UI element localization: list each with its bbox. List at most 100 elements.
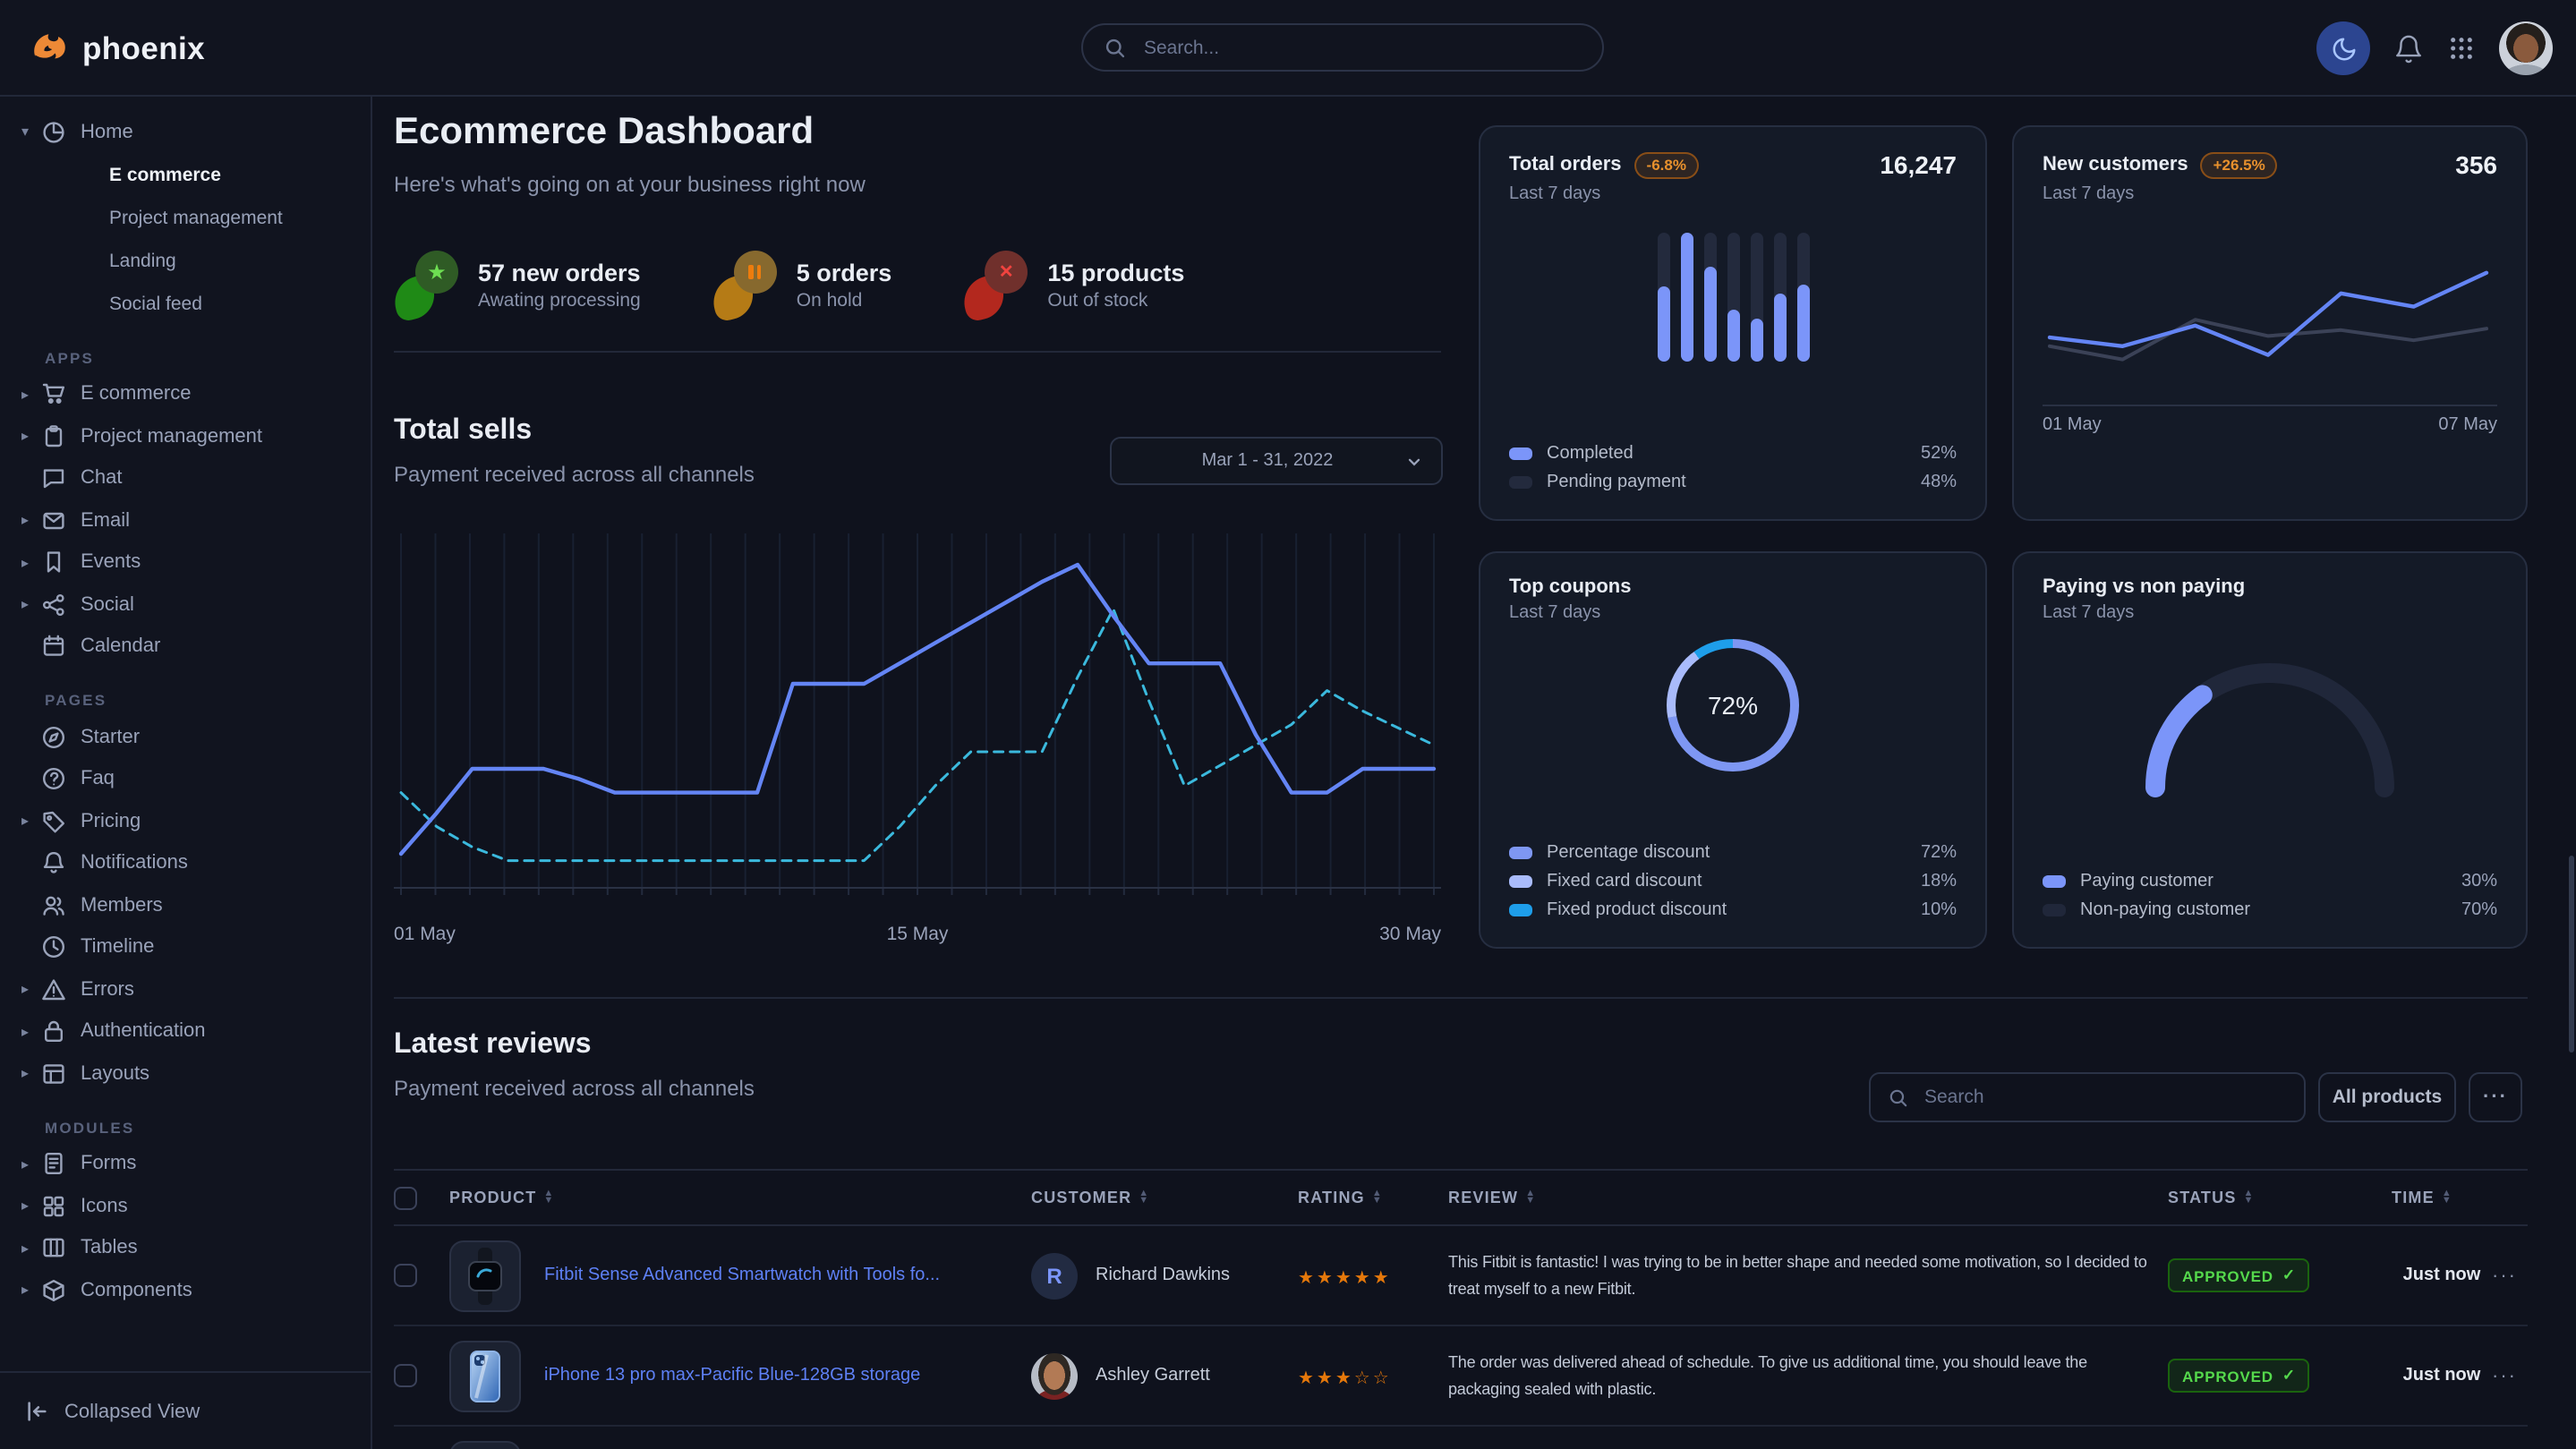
product-cell: Fitbit Sense Advanced Smartwatch with To… [449, 1240, 1031, 1311]
sidebar-item-chat[interactable]: Chat [0, 457, 371, 499]
sidebar-item-e-commerce[interactable]: ▸E commerce [0, 373, 371, 415]
dark-mode-toggle[interactable] [2316, 21, 2370, 75]
x-label-end: 30 May [1379, 924, 1441, 945]
more-options-button[interactable]: ··· [2469, 1072, 2522, 1122]
product-thumbnail [449, 1440, 521, 1449]
column-header-customer[interactable]: CUSTOMER▲▼ [1031, 1189, 1298, 1206]
scrollbar-thumb[interactable] [2569, 856, 2574, 1053]
pause-badge-icon [734, 251, 777, 294]
sidebar-item-authentication[interactable]: ▸Authentication [0, 1010, 371, 1053]
sidebar-item-events[interactable]: ▸Events [0, 541, 371, 584]
card-title: Paying vs non paying [2043, 576, 2245, 598]
sidebar-item-home[interactable]: ▾Home [0, 111, 371, 153]
date-range-select[interactable]: Mar 1 - 31, 2022 [1110, 437, 1443, 485]
sidebar-item-timeline[interactable]: Timeline [0, 926, 371, 968]
notifications-button[interactable] [2393, 33, 2424, 64]
stat-caption: Awating processing [478, 289, 641, 311]
time-cell: Just now [2392, 1266, 2492, 1285]
sidebar-subitem-project-management[interactable]: Project management [0, 196, 371, 239]
row-checkbox[interactable] [394, 1264, 417, 1287]
legend-value: 70% [2461, 899, 2497, 919]
order-bar [1680, 233, 1693, 362]
order-bar [1796, 233, 1809, 362]
check-icon: ✓ [2282, 1266, 2296, 1286]
all-products-button[interactable]: All products [2318, 1072, 2456, 1122]
share-icon [41, 592, 66, 618]
moon-icon [2330, 35, 2357, 62]
sidebar-item-layouts[interactable]: ▸Layouts [0, 1053, 371, 1095]
sidebar-item-label: Starter [81, 727, 140, 748]
cart-icon [41, 382, 66, 407]
column-header-time[interactable]: TIME▲▼ [2392, 1189, 2492, 1206]
column-label: RATING [1298, 1189, 1365, 1206]
row-menu-button[interactable]: ··· [2492, 1265, 2528, 1286]
sidebar-subitem-e-commerce[interactable]: E commerce [0, 153, 371, 196]
legend-swatch [1509, 475, 1532, 488]
sidebar-item-label: Notifications [81, 853, 188, 874]
column-header-status[interactable]: STATUS▲▼ [2168, 1189, 2392, 1206]
product-link[interactable]: iPhone 13 pro max-Pacific Blue-128GB sto… [544, 1366, 920, 1385]
new-customers-card: New customers +26.5% 356 Last 7 days 01 … [2012, 125, 2528, 521]
row-menu-button[interactable]: ··· [2492, 1365, 2528, 1386]
sort-icon: ▲▼ [1525, 1189, 1536, 1206]
sidebar-subitem-landing[interactable]: Landing [0, 239, 371, 282]
sidebar-item-tables[interactable]: ▸Tables [0, 1227, 371, 1269]
sidebar-section-label-apps: APPS [0, 348, 371, 366]
sidebar-item-social[interactable]: ▸Social [0, 584, 371, 626]
reviews-search-input[interactable] [1921, 1085, 2286, 1110]
sidebar-item-pricing[interactable]: ▸Pricing [0, 800, 371, 842]
sidebar-item-project-management[interactable]: ▸Project management [0, 415, 371, 457]
phoenix-logo-icon [29, 29, 68, 68]
coupons-legend: Percentage discount72%Fixed card discoun… [1509, 838, 1957, 924]
legend-label: Non-paying customer [2080, 899, 2250, 919]
user-avatar[interactable] [2499, 21, 2553, 75]
total-orders-card: Total orders -6.8% 16,247 Last 7 days Co… [1479, 125, 1987, 521]
customer-cell: Ashley Garrett [1031, 1352, 1298, 1399]
row-checkbox[interactable] [394, 1364, 417, 1387]
column-header-rating[interactable]: RATING▲▼ [1298, 1189, 1448, 1206]
reviews-table-body: Fitbit Sense Advanced Smartwatch with To… [394, 1226, 2528, 1449]
sidebar-item-starter[interactable]: Starter [0, 716, 371, 758]
legend-value: 52% [1921, 443, 1957, 463]
sidebar-item-faq[interactable]: Faq [0, 758, 371, 800]
chat-icon [41, 466, 66, 491]
sidebar-item-components[interactable]: ▸Components [0, 1269, 371, 1311]
product-link[interactable]: Fitbit Sense Advanced Smartwatch with To… [544, 1266, 940, 1285]
legend-swatch [1509, 846, 1532, 858]
status-label: APPROVED [2182, 1368, 2273, 1385]
product-cell: iPhone 13 pro max-Pacific Blue-128GB sto… [449, 1340, 1031, 1411]
global-search[interactable] [1081, 23, 1604, 72]
brand-logo[interactable]: phoenix [29, 0, 205, 97]
caret-right-icon: ▸ [21, 1283, 41, 1299]
select-all-checkbox[interactable] [394, 1186, 417, 1209]
star-badge-icon: ★ [415, 251, 458, 294]
card-title: Top coupons [1509, 576, 1631, 598]
sidebar-item-notifications[interactable]: Notifications [0, 842, 371, 884]
apps-grid-button[interactable] [2447, 34, 2476, 63]
sidebar-item-email[interactable]: ▸Email [0, 499, 371, 541]
caret-right-icon: ▸ [21, 429, 41, 445]
legend-label: Percentage discount [1547, 842, 1710, 862]
column-header-review[interactable]: REVIEW▲▼ [1448, 1189, 2168, 1206]
layout-icon [41, 1061, 66, 1087]
compass-icon [41, 725, 66, 750]
sidebar-item-label: Faq [81, 769, 115, 790]
sidebar-item-calendar[interactable]: Calendar [0, 626, 371, 668]
column-header-product[interactable]: PRODUCT▲▼ [449, 1189, 1031, 1206]
x-stat-icon: ✕ [963, 251, 1028, 319]
caret-right-icon: ▸ [21, 597, 41, 613]
sidebar-item-label: Events [81, 552, 141, 574]
collapse-sidebar-button[interactable]: Collapsed View [0, 1371, 371, 1449]
reviews-search[interactable] [1869, 1072, 2306, 1122]
card-value: 16,247 [1880, 150, 1957, 179]
sidebar-item-members[interactable]: Members [0, 884, 371, 926]
stat-value: 15 products [1047, 259, 1184, 286]
sidebar-item-forms[interactable]: ▸Forms [0, 1143, 371, 1185]
review-cell: The order was delivered ahead of schedul… [1448, 1350, 2168, 1402]
sidebar-subitem-social-feed[interactable]: Social feed [0, 282, 371, 325]
orders-bar-chart [1509, 222, 1957, 362]
sidebar-item-icons[interactable]: ▸Icons [0, 1185, 371, 1227]
search-input[interactable] [1140, 35, 1581, 60]
sidebar-item-errors[interactable]: ▸Errors [0, 968, 371, 1010]
legend-row-completed: Completed52% [1509, 439, 1957, 467]
